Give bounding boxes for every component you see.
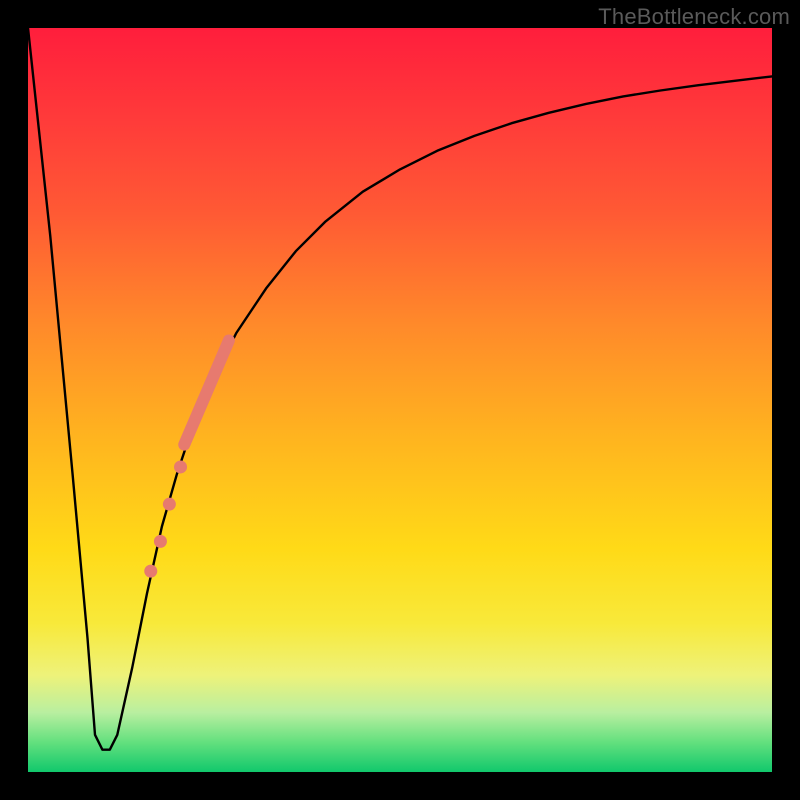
- curve-marker: [174, 460, 187, 473]
- bottleneck-curve: [28, 28, 772, 750]
- curve-highlight-segment: [184, 340, 229, 444]
- curve-marker: [163, 498, 176, 511]
- watermark-text: TheBottleneck.com: [598, 4, 790, 30]
- chart-stage: TheBottleneck.com: [0, 0, 800, 800]
- curve-markers: [144, 460, 187, 577]
- plot-area: [28, 28, 772, 772]
- curve-marker: [144, 565, 157, 578]
- curve-layer: [28, 28, 772, 772]
- curve-marker: [154, 535, 167, 548]
